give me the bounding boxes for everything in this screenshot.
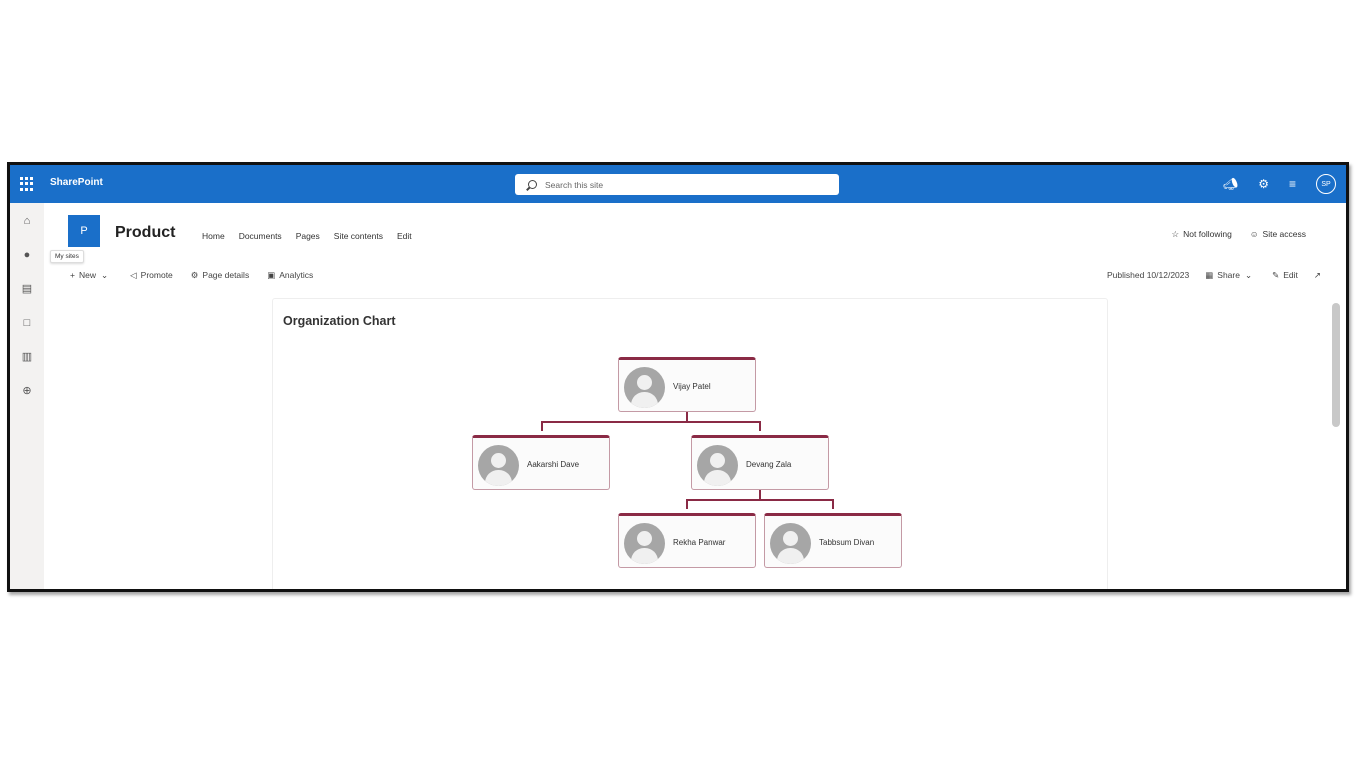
page-details-button[interactable]: ⚙ Page details: [191, 270, 249, 281]
scrollbar[interactable]: [1332, 303, 1340, 427]
nav-item-documents[interactable]: Documents: [239, 231, 282, 241]
suite-right-actions: 📣︎ ⚙ ≡ SP: [1223, 173, 1336, 195]
search-icon: [528, 180, 537, 189]
star-icon: ☆: [1171, 229, 1180, 239]
share-label: Share: [1217, 270, 1240, 280]
home-icon[interactable]: ⌂: [21, 215, 33, 227]
nav-item-home[interactable]: Home: [202, 231, 225, 241]
edit-label: Edit: [1283, 270, 1298, 280]
files-icon[interactable]: □: [21, 317, 33, 329]
app-name[interactable]: SharePoint: [50, 177, 103, 188]
people-icon: ☺: [1249, 229, 1259, 239]
promote-label: Promote: [140, 270, 173, 280]
news-icon[interactable]: ▤: [21, 283, 33, 295]
connector-line: [541, 421, 760, 423]
analytics-label: Analytics: [279, 270, 314, 280]
org-card[interactable]: Devang Zala: [691, 435, 829, 490]
tooltip: My sites: [50, 250, 84, 263]
create-icon[interactable]: ⊕: [21, 385, 33, 397]
site-nav: Home Documents Pages Site contents Edit: [202, 231, 412, 241]
connector-line: [759, 421, 761, 431]
expand-icon[interactable]: ↗: [1314, 270, 1321, 281]
plus-icon: +: [70, 270, 75, 280]
megaphone-icon[interactable]: 📣︎: [1223, 173, 1238, 195]
nav-item-site-contents[interactable]: Site contents: [334, 231, 383, 241]
person-avatar-icon: [770, 523, 811, 564]
webpart-canvas: Organization Chart Vijay Patel Aakarshi …: [272, 298, 1108, 589]
chevron-down-icon: ⌄: [100, 270, 109, 280]
chevron-down-icon: ⌄: [1244, 270, 1253, 280]
avatar[interactable]: SP: [1316, 174, 1336, 194]
promote-button[interactable]: ◁ Promote: [130, 270, 173, 281]
org-card[interactable]: Tabbsum Divan: [764, 513, 902, 568]
org-card[interactable]: Vijay Patel: [618, 357, 756, 412]
megaphone-icon: ◁: [130, 270, 137, 280]
person-name: Tabbsum Divan: [819, 538, 875, 547]
page-details-label: Page details: [202, 270, 250, 280]
signal-icon[interactable]: ≡: [1289, 173, 1296, 195]
share-button[interactable]: ▦ Share ⌄: [1205, 270, 1256, 281]
person-avatar-icon: [478, 445, 519, 486]
published-status: Published 10/12/2023: [1107, 270, 1190, 280]
person-avatar-icon: [697, 445, 738, 486]
new-button[interactable]: + New ⌄: [70, 270, 112, 281]
header-actions: ☆ Not following ☺ Site access: [1172, 229, 1306, 240]
person-avatar-icon: [624, 367, 665, 408]
connector-line: [541, 421, 543, 431]
settings-icon[interactable]: ⚙: [1258, 173, 1269, 195]
follow-label: Not following: [1183, 229, 1232, 239]
new-label: New: [78, 270, 96, 280]
connector-line: [832, 499, 834, 509]
connector-line: [686, 499, 688, 509]
person-name: Rekha Panwar: [673, 538, 726, 547]
follow-button[interactable]: ☆ Not following: [1172, 229, 1232, 240]
browser-frame: SharePoint 📣︎ ⚙ ≡ SP ⌂ ● ▤ □ ▥ ⊕ My site…: [7, 162, 1349, 592]
chart-icon: ▣: [267, 270, 276, 280]
site-access-label: Site access: [1262, 229, 1306, 239]
person-name: Devang Zala: [746, 460, 792, 469]
left-rail: ⌂ ● ▤ □ ▥ ⊕: [10, 203, 44, 589]
waffle-icon[interactable]: [20, 177, 34, 191]
edit-button[interactable]: ✎ Edit: [1272, 270, 1298, 281]
gear-icon: ⚙: [190, 270, 199, 280]
org-card[interactable]: Aakarshi Dave: [472, 435, 610, 490]
site-logo[interactable]: P: [68, 215, 100, 247]
site-access-button[interactable]: ☺ Site access: [1250, 229, 1306, 240]
org-card[interactable]: Rekha Panwar: [618, 513, 756, 568]
nav-item-edit[interactable]: Edit: [397, 231, 412, 241]
command-bar: + New ⌄ ◁ Promote ⚙ Page details ▣ Analytics: [70, 270, 313, 281]
site-title[interactable]: Product: [115, 224, 175, 242]
command-bar-right: Published 10/12/2023 ▦ Share ⌄ ✎ Edit ↗: [1107, 270, 1321, 281]
analytics-button[interactable]: ▣ Analytics: [267, 270, 313, 281]
nav-item-pages[interactable]: Pages: [296, 231, 320, 241]
search-box[interactable]: [515, 174, 839, 195]
person-name: Vijay Patel: [673, 382, 711, 391]
lists-icon[interactable]: ▥: [21, 351, 33, 363]
person-avatar-icon: [624, 523, 665, 564]
person-name: Aakarshi Dave: [527, 460, 580, 469]
search-input[interactable]: [543, 178, 827, 191]
webpart-title: Organization Chart: [283, 314, 396, 328]
connector-line: [686, 499, 833, 501]
pencil-icon: ✎: [1272, 270, 1280, 280]
share-icon: ▦: [1205, 270, 1214, 280]
my-sites-icon[interactable]: ●: [21, 249, 33, 261]
suite-bar: SharePoint 📣︎ ⚙ ≡ SP: [10, 165, 1346, 203]
